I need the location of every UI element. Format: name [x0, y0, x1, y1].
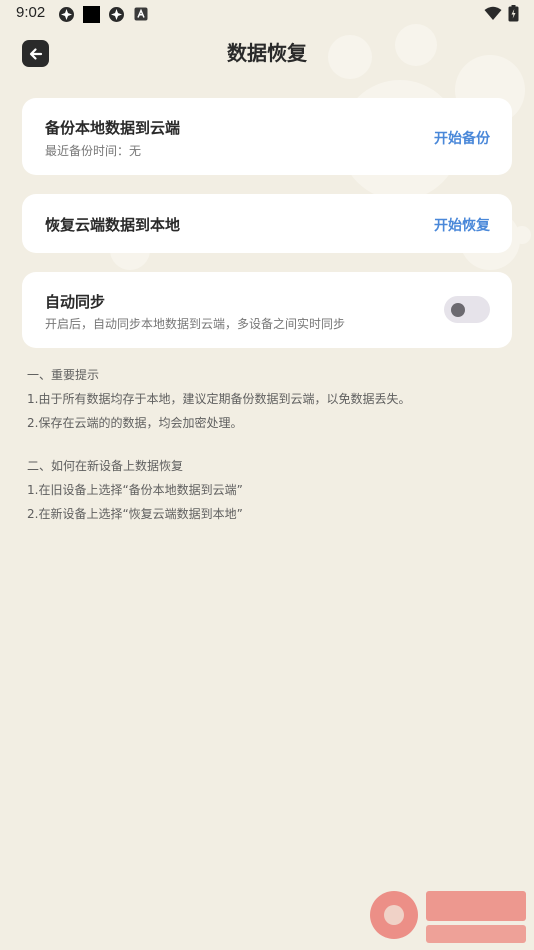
- auto-sync-card: 自动同步 开启后，自动同步本地数据到云端，多设备之间实时同步: [22, 272, 512, 348]
- restore-title: 恢复云端数据到本地: [45, 216, 181, 234]
- notes-section-title: 二、如何在新设备上数据恢复: [27, 459, 184, 473]
- backup-last-time: 最近备份时间：无: [45, 144, 142, 158]
- page-title: 数据恢复: [227, 41, 307, 65]
- bg-bubble: [513, 226, 531, 244]
- start-restore-button[interactable]: 开始恢复: [434, 215, 490, 235]
- app-icon: [59, 7, 74, 22]
- app-icon: [109, 7, 124, 22]
- notes-section-title: 一、重要提示: [27, 368, 100, 382]
- toggle-knob: [451, 303, 465, 317]
- status-bar: 9:02: [0, 0, 534, 28]
- keyboard-icon: [134, 7, 148, 21]
- start-backup-button[interactable]: 开始备份: [434, 128, 490, 148]
- watermark-logo: [370, 891, 526, 943]
- status-time: 9:02: [16, 4, 46, 21]
- notes-item: 2.保存在云端的的数据，均会加密处理。: [27, 416, 243, 430]
- auto-sync-toggle[interactable]: [444, 296, 490, 323]
- wifi-icon: [484, 6, 502, 20]
- notes-item: 1.由于所有数据均存于本地，建议定期备份数据到云端，以免数据丢失。: [27, 392, 411, 406]
- notes-item: 1.在旧设备上选择“备份本地数据到云端”: [27, 483, 243, 497]
- restore-card: 恢复云端数据到本地 开始恢复: [22, 194, 512, 253]
- backup-title: 备份本地数据到云端: [45, 119, 181, 137]
- help-notes: 一、重要提示 1.由于所有数据均存于本地，建议定期备份数据到云端，以免数据丢失。…: [27, 366, 507, 529]
- notes-item: 2.在新设备上选择“恢复云端数据到本地”: [27, 507, 243, 521]
- app-icon: [83, 6, 100, 23]
- auto-sync-description: 开启后，自动同步本地数据到云端，多设备之间实时同步: [45, 317, 346, 331]
- auto-sync-title: 自动同步: [45, 293, 106, 311]
- battery-icon: [508, 5, 519, 22]
- backup-card: 备份本地数据到云端 最近备份时间：无 开始备份: [22, 98, 512, 175]
